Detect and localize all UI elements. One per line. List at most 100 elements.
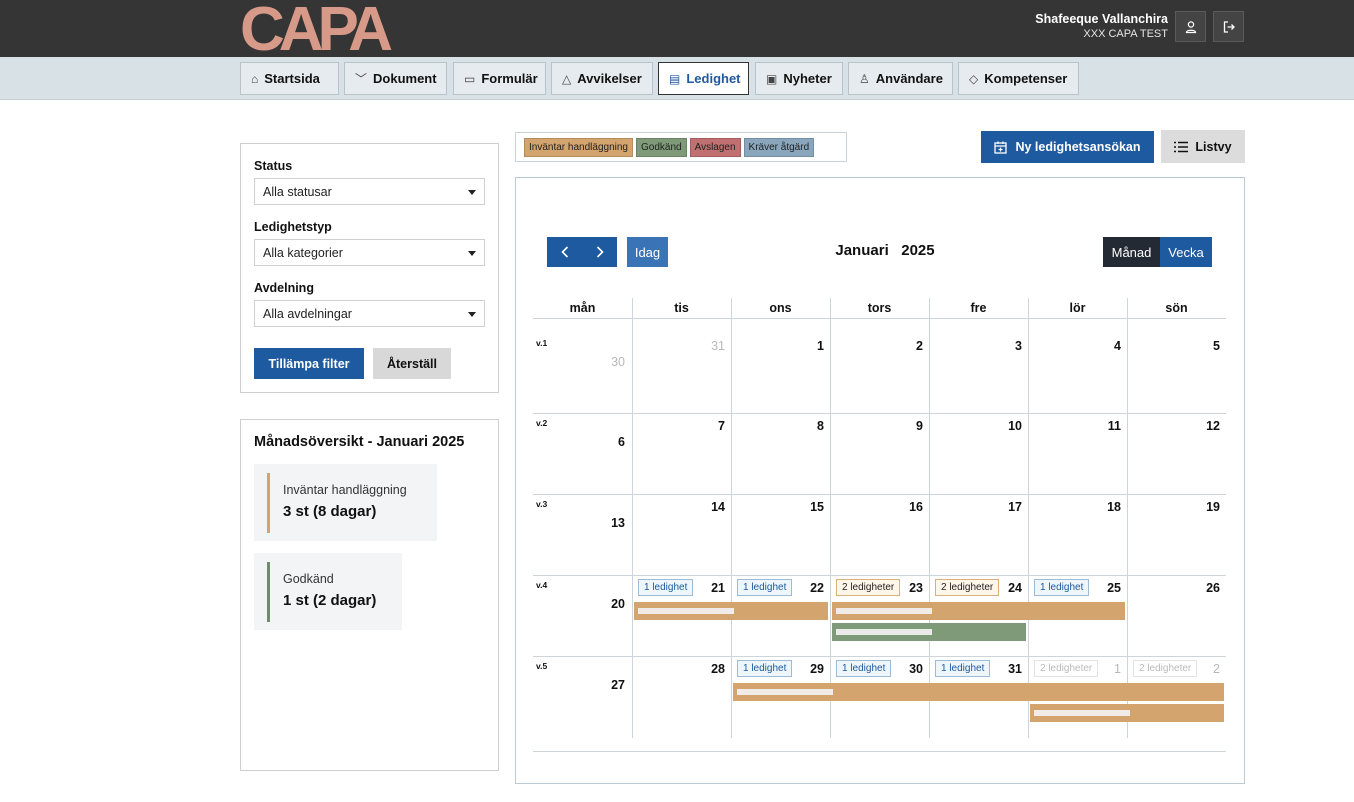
legend-rejected: Avslagen xyxy=(689,137,741,157)
status-select[interactable]: Alla statusar xyxy=(254,178,485,205)
leave-event-bar[interactable] xyxy=(832,623,1026,641)
user-icon: ♙ xyxy=(859,71,870,86)
leave-count-badge[interactable]: 1 ledighet xyxy=(737,579,793,596)
badge-icon: ◇ xyxy=(969,71,979,86)
calendar-icon: ▤ xyxy=(669,71,681,86)
redacted-name xyxy=(836,629,932,635)
new-leave-label: Ny ledighetsansökan xyxy=(1015,140,1141,154)
nav-nyheter[interactable]: ▣ Nyheter xyxy=(755,62,843,95)
leave-count-badge[interactable]: 1 ledighet xyxy=(836,660,892,677)
leave-event-bar[interactable] xyxy=(832,602,1125,620)
day-number: 12 xyxy=(1206,419,1220,433)
day-cell[interactable] xyxy=(533,494,632,575)
list-view-button[interactable]: Listvy xyxy=(1161,130,1245,163)
day-cell[interactable] xyxy=(533,333,632,413)
leave-count-badge[interactable]: 2 ledigheter xyxy=(1133,660,1198,677)
nav-label: Kompetenser xyxy=(984,71,1068,86)
day-number: 19 xyxy=(1206,500,1220,514)
leave-event-bar[interactable] xyxy=(733,683,1224,701)
month-view-button[interactable]: Månad xyxy=(1103,237,1160,267)
nav-label: Avvikelser xyxy=(577,71,642,86)
day-number: 31 xyxy=(1008,662,1022,676)
caret-down-icon xyxy=(468,190,476,195)
nav-kompetenser[interactable]: ◇ Kompetenser xyxy=(958,62,1079,95)
news-icon: ▣ xyxy=(766,71,778,86)
chevron-down-icon: ﹀ xyxy=(355,72,368,86)
day-number: 1 xyxy=(817,339,824,353)
day-number: 17 xyxy=(1008,500,1022,514)
leave-event-bar[interactable] xyxy=(634,602,828,620)
filter-panel: Status Alla statusar Ledighetstyp Alla k… xyxy=(240,143,499,393)
day-cell[interactable] xyxy=(533,413,632,494)
profile-button[interactable] xyxy=(1175,11,1206,42)
day-number: 13 xyxy=(611,516,625,530)
day-number: 6 xyxy=(618,435,625,449)
apply-filter-button[interactable]: Tillämpa filter xyxy=(254,348,364,379)
prev-month-button[interactable] xyxy=(547,237,582,267)
warning-icon: △ xyxy=(562,71,572,86)
nav-anvandare[interactable]: ♙ Användare xyxy=(848,62,953,95)
legend-action-required: Kräver åtgärd xyxy=(743,137,815,157)
day-number: 27 xyxy=(611,678,625,692)
leave-count-badge[interactable]: 2 ledigheter xyxy=(935,579,1000,596)
leave-count-badge[interactable]: 1 ledighet xyxy=(1034,579,1090,596)
day-number: 22 xyxy=(810,581,824,595)
legend-pending: Inväntar handläggning xyxy=(524,137,633,157)
summary-card-approved: Godkänd 1 st (2 dagar) xyxy=(254,553,402,630)
summary-card-label: Godkänd xyxy=(283,572,334,586)
department-select[interactable]: Alla avdelningar xyxy=(254,300,485,327)
calendar-title: Januari 2025 xyxy=(800,242,970,259)
summary-card-value: 3 st (8 dagar) xyxy=(283,503,377,520)
leave-count-badge[interactable]: 2 ledigheter xyxy=(836,579,901,596)
status-value: Alla statusar xyxy=(263,185,332,199)
nav-label: Användare xyxy=(875,71,943,86)
main-navigation: ⌂ Startsida ﹀ Dokument ▭ Formulär △ Avvi… xyxy=(0,57,1354,100)
nav-ledighet[interactable]: ▤ Ledighet xyxy=(658,62,749,95)
leave-type-value: Alla kategorier xyxy=(263,246,343,260)
calendar-month: Januari xyxy=(835,242,889,259)
chevron-left-icon xyxy=(560,246,568,258)
day-number: 30 xyxy=(909,662,923,676)
nav-formular[interactable]: ▭ Formulär xyxy=(453,62,546,95)
next-month-button[interactable] xyxy=(582,237,617,267)
weekday-header: fre xyxy=(929,298,1028,319)
weekday-header: sön xyxy=(1127,298,1226,319)
leave-count-badge[interactable]: 1 ledighet xyxy=(737,660,793,677)
day-cell[interactable] xyxy=(533,575,632,656)
nav-startsida[interactable]: ⌂ Startsida xyxy=(240,62,339,95)
nav-dokument[interactable]: ﹀ Dokument xyxy=(344,62,447,95)
leave-count-badge[interactable]: 1 ledighet xyxy=(935,660,991,677)
leave-event-bar[interactable] xyxy=(1030,704,1224,722)
leave-count-badge[interactable]: 2 ledigheter xyxy=(1034,660,1099,677)
day-cell[interactable] xyxy=(533,656,632,736)
leave-type-select[interactable]: Alla kategorier xyxy=(254,239,485,266)
weekday-header: tors xyxy=(830,298,929,319)
weekday-header: lör xyxy=(1028,298,1127,319)
user-name: Shafeeque Vallanchira xyxy=(1035,12,1168,26)
user-info: Shafeeque Vallanchira XXX CAPA TEST xyxy=(1035,12,1168,41)
today-button[interactable]: Idag xyxy=(627,237,668,267)
capa-logo[interactable]: CAPA xyxy=(240,0,410,54)
day-number: 25 xyxy=(1107,581,1121,595)
user-icon xyxy=(1185,20,1196,33)
day-number: 28 xyxy=(711,662,725,676)
calendar-year: 2025 xyxy=(901,242,935,259)
nav-avvikelser[interactable]: △ Avvikelser xyxy=(551,62,653,95)
caret-down-icon xyxy=(468,251,476,256)
day-number: 2 xyxy=(916,339,923,353)
reset-filter-button[interactable]: Återställ xyxy=(373,348,451,379)
day-number: 26 xyxy=(1206,581,1220,595)
department-label: Avdelning xyxy=(254,281,314,295)
day-number: 29 xyxy=(810,662,824,676)
weekday-header: mån xyxy=(533,298,632,319)
day-number: 16 xyxy=(909,500,923,514)
logout-button[interactable] xyxy=(1213,11,1244,42)
nav-label: Dokument xyxy=(373,71,437,86)
redacted-name xyxy=(737,689,833,695)
list-view-label: Listvy xyxy=(1195,139,1232,154)
day-number: 31 xyxy=(711,339,725,353)
new-leave-request-button[interactable]: Ny ledighetsansökan xyxy=(981,131,1154,163)
week-view-button[interactable]: Vecka xyxy=(1160,237,1212,267)
day-number: 9 xyxy=(916,419,923,433)
leave-count-badge[interactable]: 1 ledighet xyxy=(638,579,694,596)
